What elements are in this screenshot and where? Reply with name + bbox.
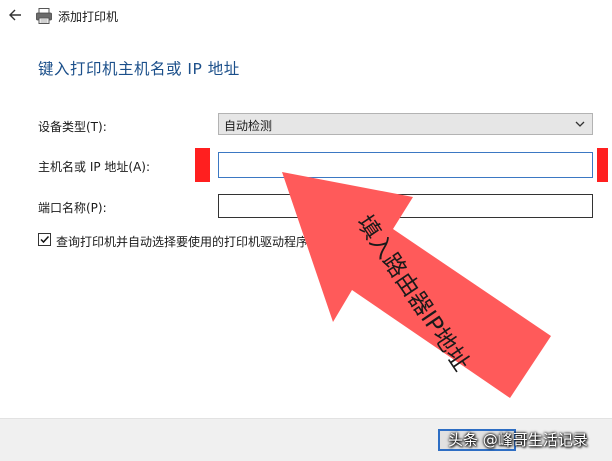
annotation-arrow: 填入路由器IP地址 [282,172,551,398]
watermark-text: 头条 @峰哥生活记录 [448,431,588,449]
